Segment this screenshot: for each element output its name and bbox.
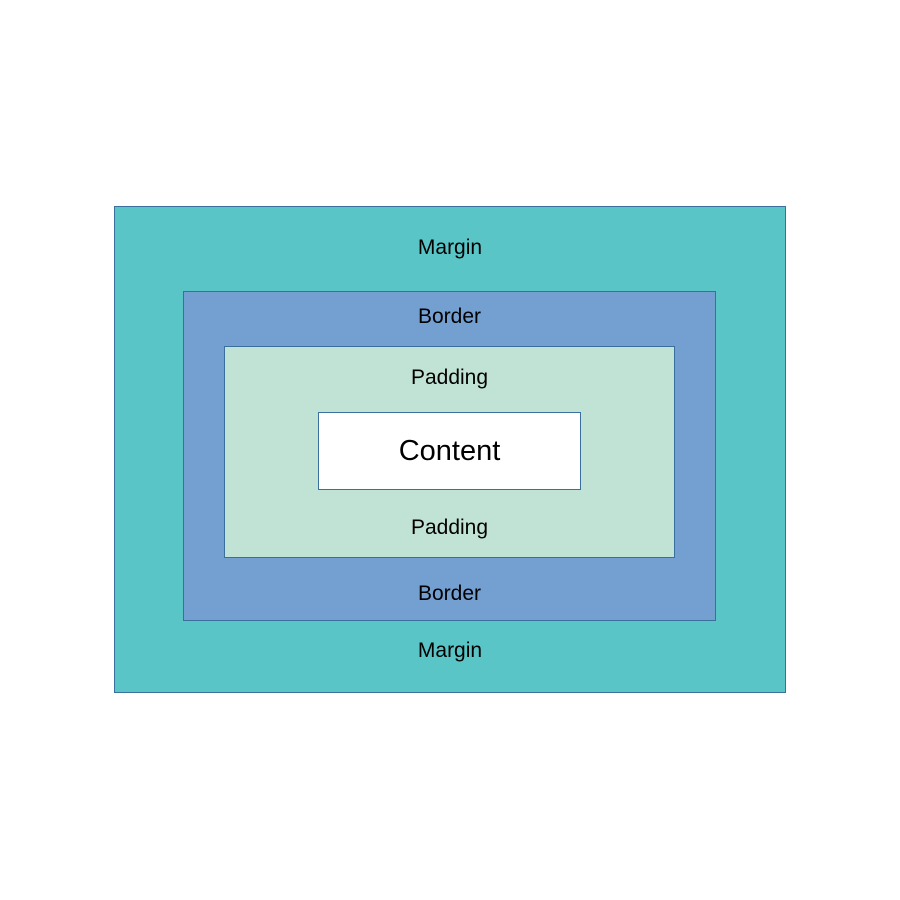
content-label: Content (398, 435, 501, 467)
content-box: Content (318, 412, 581, 490)
padding-top-label: Padding (410, 366, 489, 389)
border-top-label: Border (417, 305, 482, 328)
margin-top-label: Margin (417, 236, 483, 259)
padding-bottom-label: Padding (410, 516, 489, 539)
border-bottom-label: Border (417, 582, 482, 605)
margin-bottom-label: Margin (417, 639, 483, 662)
